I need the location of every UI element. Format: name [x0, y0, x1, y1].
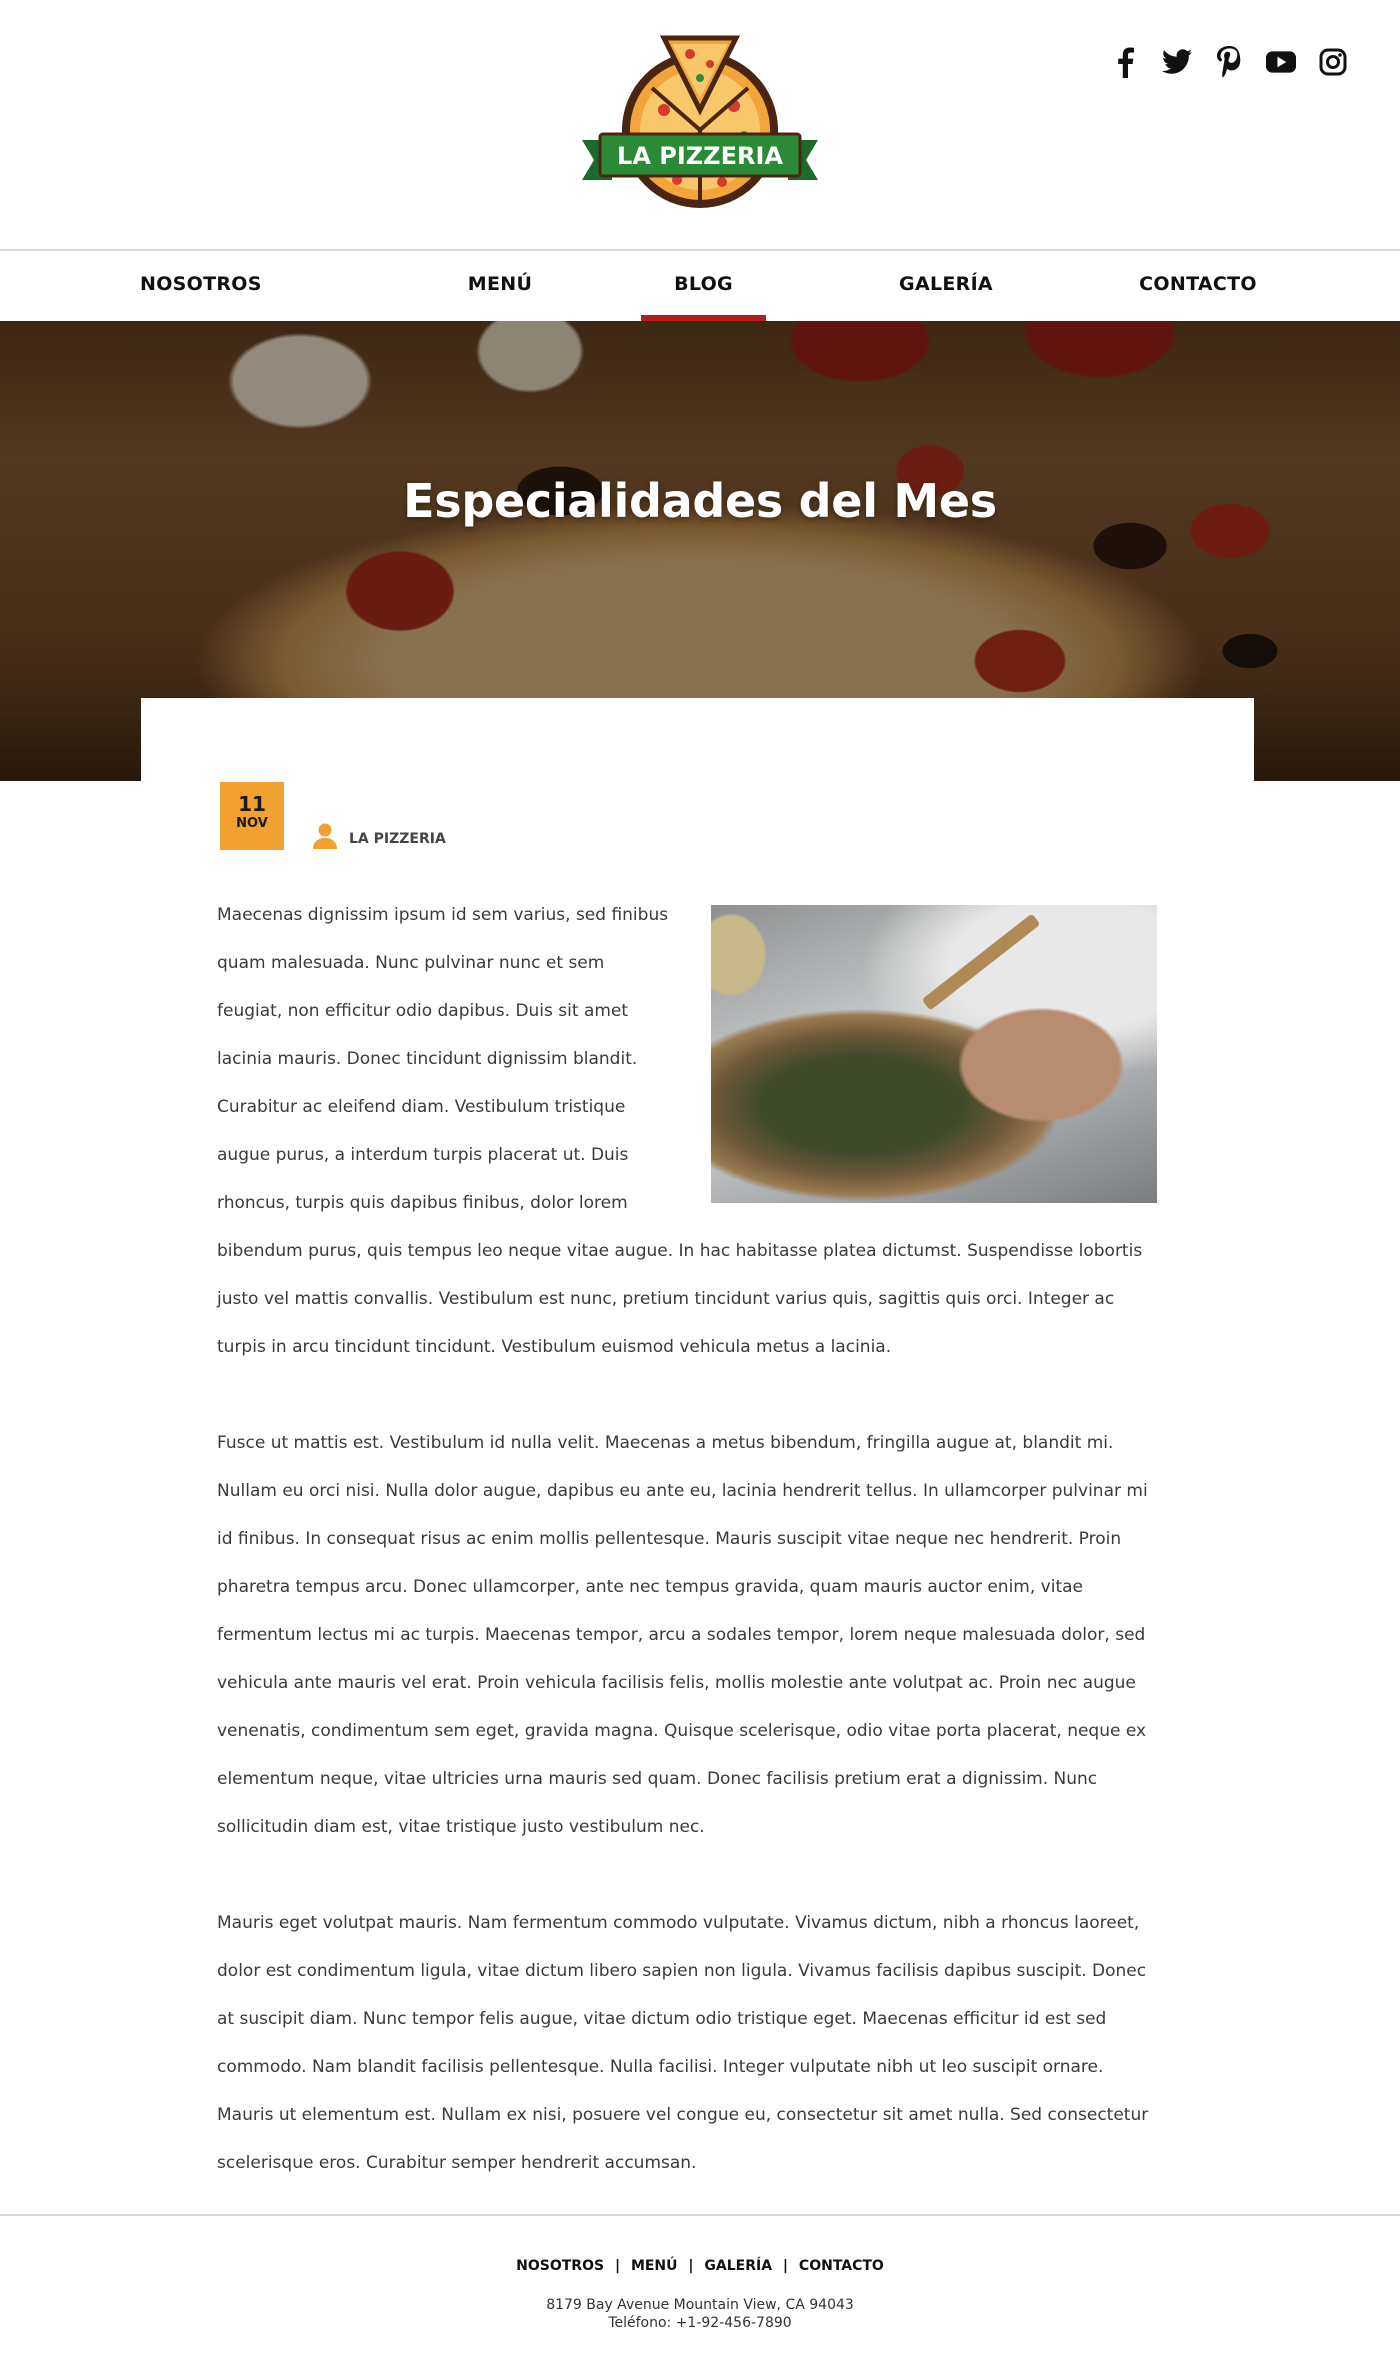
footer-separator: | [614, 2258, 621, 2274]
nav-item-contacto[interactable]: CONTACTO [1128, 253, 1268, 321]
youtube-icon[interactable] [1266, 44, 1296, 80]
nav-item-galeria[interactable]: GALERÍA [876, 253, 1016, 321]
footer-link-nosotros[interactable]: NOSOTROS [516, 2258, 604, 2274]
footer-phone: Teléfono: +1-92-456-7890 [608, 2315, 792, 2331]
footer-link-menu[interactable]: MENÚ [631, 2258, 678, 2274]
date-badge: 11 NOV [220, 782, 284, 850]
user-icon [313, 823, 337, 849]
footer-address: 8179 Bay Avenue Mountain View, CA 94043 [546, 2297, 854, 2313]
logo-text: LA PIZZERIA [617, 142, 783, 170]
site-header: LA PIZZERIA [0, 0, 1400, 251]
page-title: Especialidades del Mes [403, 474, 997, 528]
nav-item-blog[interactable]: BLOG [641, 253, 766, 321]
footer-link-galeria[interactable]: GALERÍA [704, 2258, 772, 2274]
site-logo[interactable]: LA PIZZERIA [582, 30, 818, 216]
instagram-icon[interactable] [1318, 44, 1348, 80]
date-day: 11 [238, 792, 266, 816]
footer-link-contacto[interactable]: CONTACTO [799, 2258, 884, 2274]
author-name: LA PIZZERIA [349, 831, 446, 847]
twitter-icon[interactable] [1162, 44, 1192, 80]
footer-separator: | [782, 2258, 789, 2274]
footer-address-block: 8179 Bay Avenue Mountain View, CA 94043 … [0, 2296, 1400, 2332]
nav-item-nosotros[interactable]: NOSOTROS [140, 253, 261, 321]
post-author[interactable]: LA PIZZERIA [313, 823, 446, 849]
post-paragraph: Mauris eget volutpat mauris. Nam ferment… [217, 1913, 1149, 2173]
social-links [1110, 44, 1348, 80]
nav-item-menu[interactable]: MENÚ [450, 253, 550, 321]
pinterest-icon[interactable] [1214, 44, 1244, 80]
site-footer: NOSOTROS | MENÚ | GALERÍA | CONTACTO 817… [0, 2214, 1400, 2361]
post-body: Maecenas dignissim ipsum id sem varius, … [217, 891, 1157, 2235]
facebook-icon[interactable] [1110, 44, 1140, 80]
date-month: NOV [236, 816, 268, 831]
main-nav: NOSOTROS MENÚ BLOG GALERÍA CONTACTO [0, 253, 1400, 321]
post-paragraph: Fusce ut mattis est. Vestibulum id nulla… [217, 1433, 1148, 1837]
post-image-pizza [711, 905, 1157, 1203]
footer-nav: NOSOTROS | MENÚ | GALERÍA | CONTACTO [0, 2258, 1400, 2274]
pizza-logo-icon: LA PIZZERIA [582, 35, 818, 208]
footer-separator: | [688, 2258, 694, 2274]
